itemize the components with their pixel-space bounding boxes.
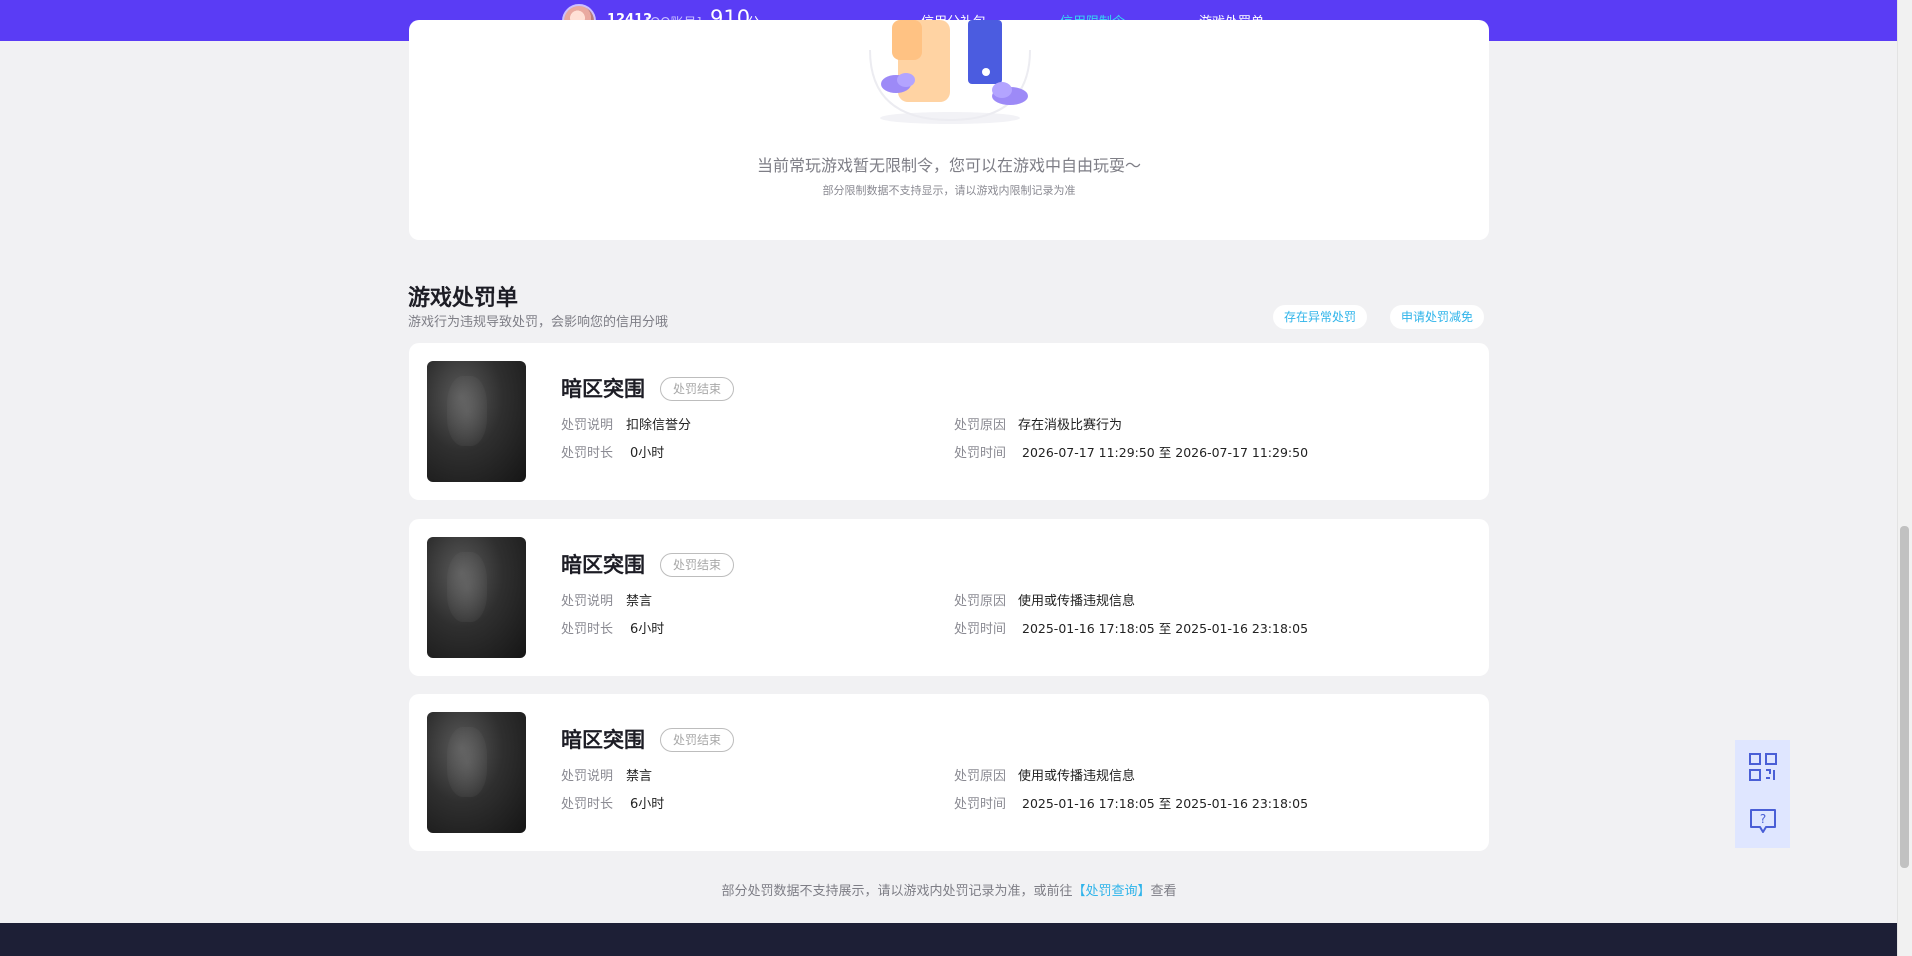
reason-value: 使用或传播违规信息: [1018, 769, 1136, 784]
time-separator: 至: [1158, 621, 1172, 636]
game-cover-image: [427, 712, 526, 833]
section-title: 游戏处罚单: [408, 286, 519, 311]
reason-value: 使用或传播违规信息: [1018, 594, 1136, 609]
desc-label: 处罚说明: [561, 418, 614, 433]
footer-note-suffix: 查看: [1150, 884, 1177, 899]
duration-label: 处罚时长: [561, 622, 614, 637]
time-separator: 至: [1158, 796, 1172, 811]
status-badge: 处罚结束: [660, 728, 735, 752]
duration-value: 0小时: [630, 446, 665, 461]
reason-label: 处罚原因: [954, 769, 1007, 784]
game-name: 暗区突围: [561, 728, 645, 752]
time-end: 2025-01-16 23:18:05: [1175, 796, 1309, 811]
time-label: 处罚时间: [954, 797, 1007, 812]
reason-label: 处罚原因: [954, 594, 1007, 609]
time-start: 2026-07-17 11:29:50: [1022, 445, 1155, 460]
section-subtitle: 游戏行为违规导致处罚，会影响您的信用分哦: [408, 315, 669, 330]
desc-label: 处罚说明: [561, 769, 614, 784]
footer-note-text: 部分处罚数据不支持展示，请以游戏内处罚记录为准，或前往: [721, 884, 1073, 899]
abnormal-penalty-button[interactable]: 存在异常处罚: [1273, 305, 1368, 329]
empty-state-illustration: [869, 20, 1031, 124]
scrollbar-thumb[interactable]: [1900, 526, 1909, 868]
game-cover-image: [427, 361, 526, 482]
penalty-record-card: 暗区突围 处罚结束 处罚说明 禁言 处罚时长 6小时 处罚原因 使用或传播违规信…: [409, 519, 1489, 676]
svg-text:?: ?: [1759, 812, 1765, 826]
penalty-query-link[interactable]: 【处罚查询】: [1072, 884, 1150, 899]
time-label: 处罚时间: [954, 446, 1007, 461]
time-range: 2026-07-17 11:29:50 至 2026-07-17 11:29:50: [1022, 442, 1308, 461]
time-end: 2026-07-17 11:29:50: [1175, 445, 1309, 460]
time-separator: 至: [1158, 445, 1172, 460]
game-name: 暗区突围: [561, 553, 645, 577]
duration-label: 处罚时长: [561, 446, 614, 461]
empty-state-title: 当前常玩游戏暂无限制令，您可以在游戏中自由玩耍～: [756, 156, 1141, 175]
desc-value: 禁言: [626, 769, 653, 784]
reason-label: 处罚原因: [954, 418, 1007, 433]
qrcode-icon: [1748, 753, 1777, 781]
apply-penalty-reduction-button[interactable]: 申请处罚减免: [1390, 305, 1485, 329]
qrcode-button[interactable]: [1735, 740, 1790, 794]
empty-state-subtitle: 部分限制数据不支持显示，请以游戏内限制记录为准: [822, 184, 1076, 197]
desc-value: 扣除信誉分: [626, 418, 692, 433]
page-footer-bar: [0, 923, 1897, 956]
feedback-icon: ?: [1749, 809, 1776, 833]
game-cover-image: [427, 537, 526, 658]
time-end: 2025-01-16 23:18:05: [1175, 621, 1309, 636]
duration-value: 6小时: [630, 797, 665, 812]
time-start: 2025-01-16 17:18:05: [1022, 796, 1155, 811]
penalty-record-card: 暗区突围 处罚结束 处罚说明 禁言 处罚时长 6小时 处罚原因 使用或传播违规信…: [409, 694, 1489, 851]
duration-value: 6小时: [630, 622, 665, 637]
desc-label: 处罚说明: [561, 594, 614, 609]
feedback-button[interactable]: ?: [1735, 794, 1790, 848]
reason-value: 存在消极比赛行为: [1018, 418, 1123, 433]
time-range: 2025-01-16 17:18:05 至 2025-01-16 23:18:05: [1022, 618, 1308, 637]
time-range: 2025-01-16 17:18:05 至 2025-01-16 23:18:05: [1022, 793, 1308, 812]
footer-note: 部分处罚数据不支持展示，请以游戏内处罚记录为准，或前往【处罚查询】查看: [409, 880, 1489, 899]
desc-value: 禁言: [626, 594, 653, 609]
status-badge: 处罚结束: [660, 553, 735, 577]
penalty-record-card: 暗区突围 处罚结束 处罚说明 扣除信誉分 处罚时长 0小时 处罚原因 存在消极比…: [409, 343, 1489, 500]
time-start: 2025-01-16 17:18:05: [1022, 621, 1155, 636]
game-name: 暗区突围: [561, 377, 645, 401]
time-label: 处罚时间: [954, 622, 1007, 637]
duration-label: 处罚时长: [561, 797, 614, 812]
status-badge: 处罚结束: [660, 377, 735, 401]
